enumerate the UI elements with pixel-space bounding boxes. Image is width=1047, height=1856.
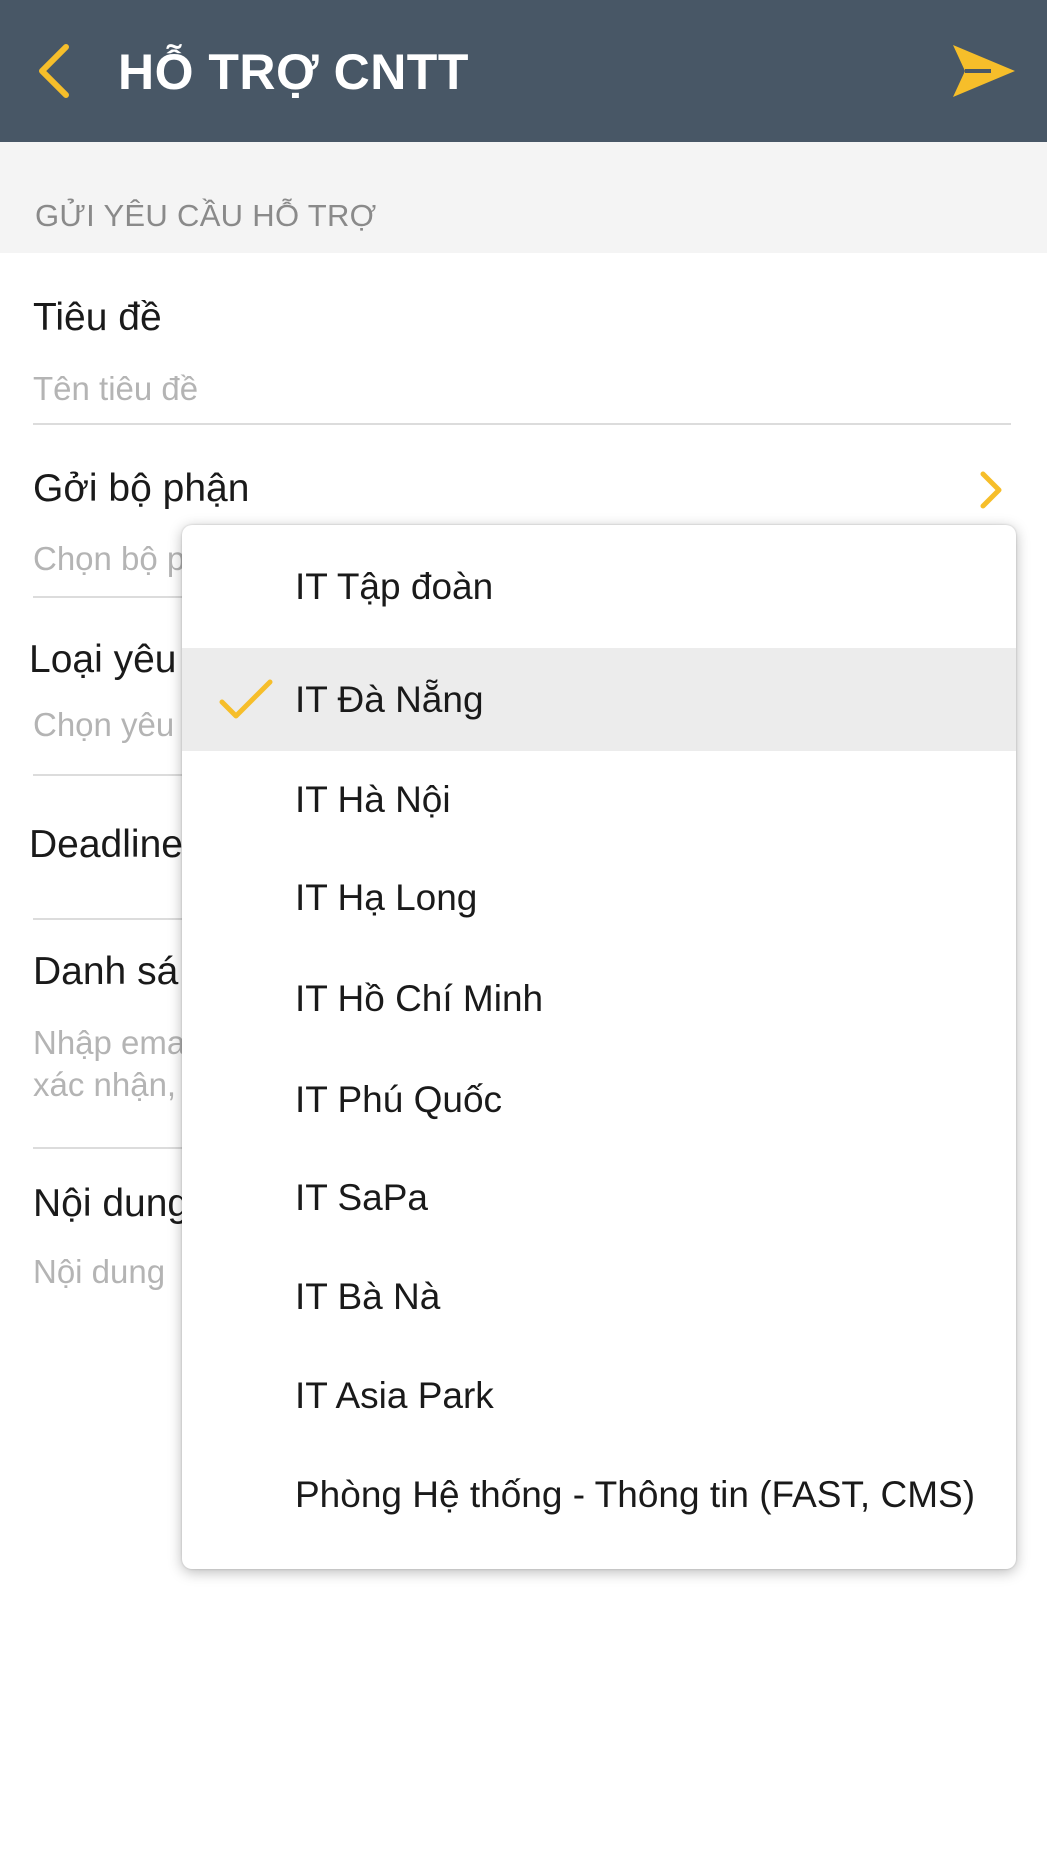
dropdown-item-label: IT Asia Park (295, 1375, 494, 1416)
request-type-select[interactable]: Chọn yêu (33, 704, 174, 746)
dropdown-item[interactable]: Phòng Hệ thống - Thông tin (FAST, CMS) (182, 1445, 1016, 1545)
dropdown-item-label: IT SaPa (295, 1177, 429, 1218)
recipient-list-input[interactable]: Nhập ema (33, 1022, 185, 1064)
dropdown-item[interactable]: IT Tập đoàn (182, 525, 1016, 648)
request-type-label: Loại yêu (29, 638, 177, 681)
dropdown-item-label: IT Phú Quốc (295, 1079, 503, 1120)
dropdown-item-label: IT Bà Nà (295, 1276, 441, 1317)
dropdown-item-label: IT Tập đoàn (295, 565, 494, 607)
dropdown-item[interactable]: IT SaPa (182, 1149, 1016, 1247)
content-label: Nội dung (33, 1182, 190, 1225)
dropdown-item[interactable]: IT Asia Park (182, 1347, 1016, 1445)
dropdown-item-label: IT Hồ Chí Minh (295, 978, 544, 1019)
department-dropdown: IT Tập đoàn IT Đà Nẵng IT Hà Nội IT Hạ L… (182, 525, 1016, 1569)
title-label: Tiêu đề (33, 296, 162, 339)
chevron-left-icon (39, 44, 69, 98)
deadline-label[interactable]: Deadline (29, 823, 183, 867)
checkmark-icon (219, 679, 273, 718)
section-header: GỬI YÊU CẦU HỖ TRỢ (0, 142, 1047, 253)
nav-bar: HỖ TRỢ CNTT (0, 0, 1047, 142)
department-select[interactable]: Chọn bộ p (33, 538, 185, 580)
dropdown-item[interactable]: IT Hà Nội (182, 751, 1016, 849)
dropdown-item-label: IT Hạ Long (295, 877, 478, 918)
dropdown-item-label: IT Đà Nẵng (295, 678, 484, 720)
divider (33, 423, 1011, 425)
send-button[interactable] (947, 38, 1021, 104)
dropdown-item[interactable]: IT Hạ Long (182, 849, 1016, 947)
content-input[interactable]: Nội dung (33, 1251, 165, 1293)
chevron-right-icon[interactable] (975, 468, 1007, 512)
title-input[interactable]: Tên tiêu đề (33, 368, 198, 410)
send-icon (953, 45, 1015, 97)
back-button[interactable] (24, 38, 84, 104)
dropdown-item[interactable]: IT Bà Nà (182, 1247, 1016, 1347)
dropdown-item-label: IT Hà Nội (295, 779, 451, 820)
dropdown-item-selected[interactable]: IT Đà Nẵng (182, 648, 1016, 751)
dropdown-item-label: Phòng Hệ thống - Thông tin (FAST, CMS) (295, 1474, 976, 1515)
dropdown-item[interactable]: IT Phú Quốc (182, 1051, 1016, 1149)
dropdown-item[interactable]: IT Hồ Chí Minh (182, 947, 1016, 1051)
recipient-list-label: Danh sá (33, 950, 179, 993)
department-label: Gởi bộ phận (33, 467, 250, 510)
recipient-list-input-line2: xác nhận, (33, 1066, 177, 1103)
section-header-label: GỬI YÊU CẦU HỖ TRỢ (35, 198, 377, 233)
page-title: HỖ TRỢ CNTT (118, 44, 469, 100)
